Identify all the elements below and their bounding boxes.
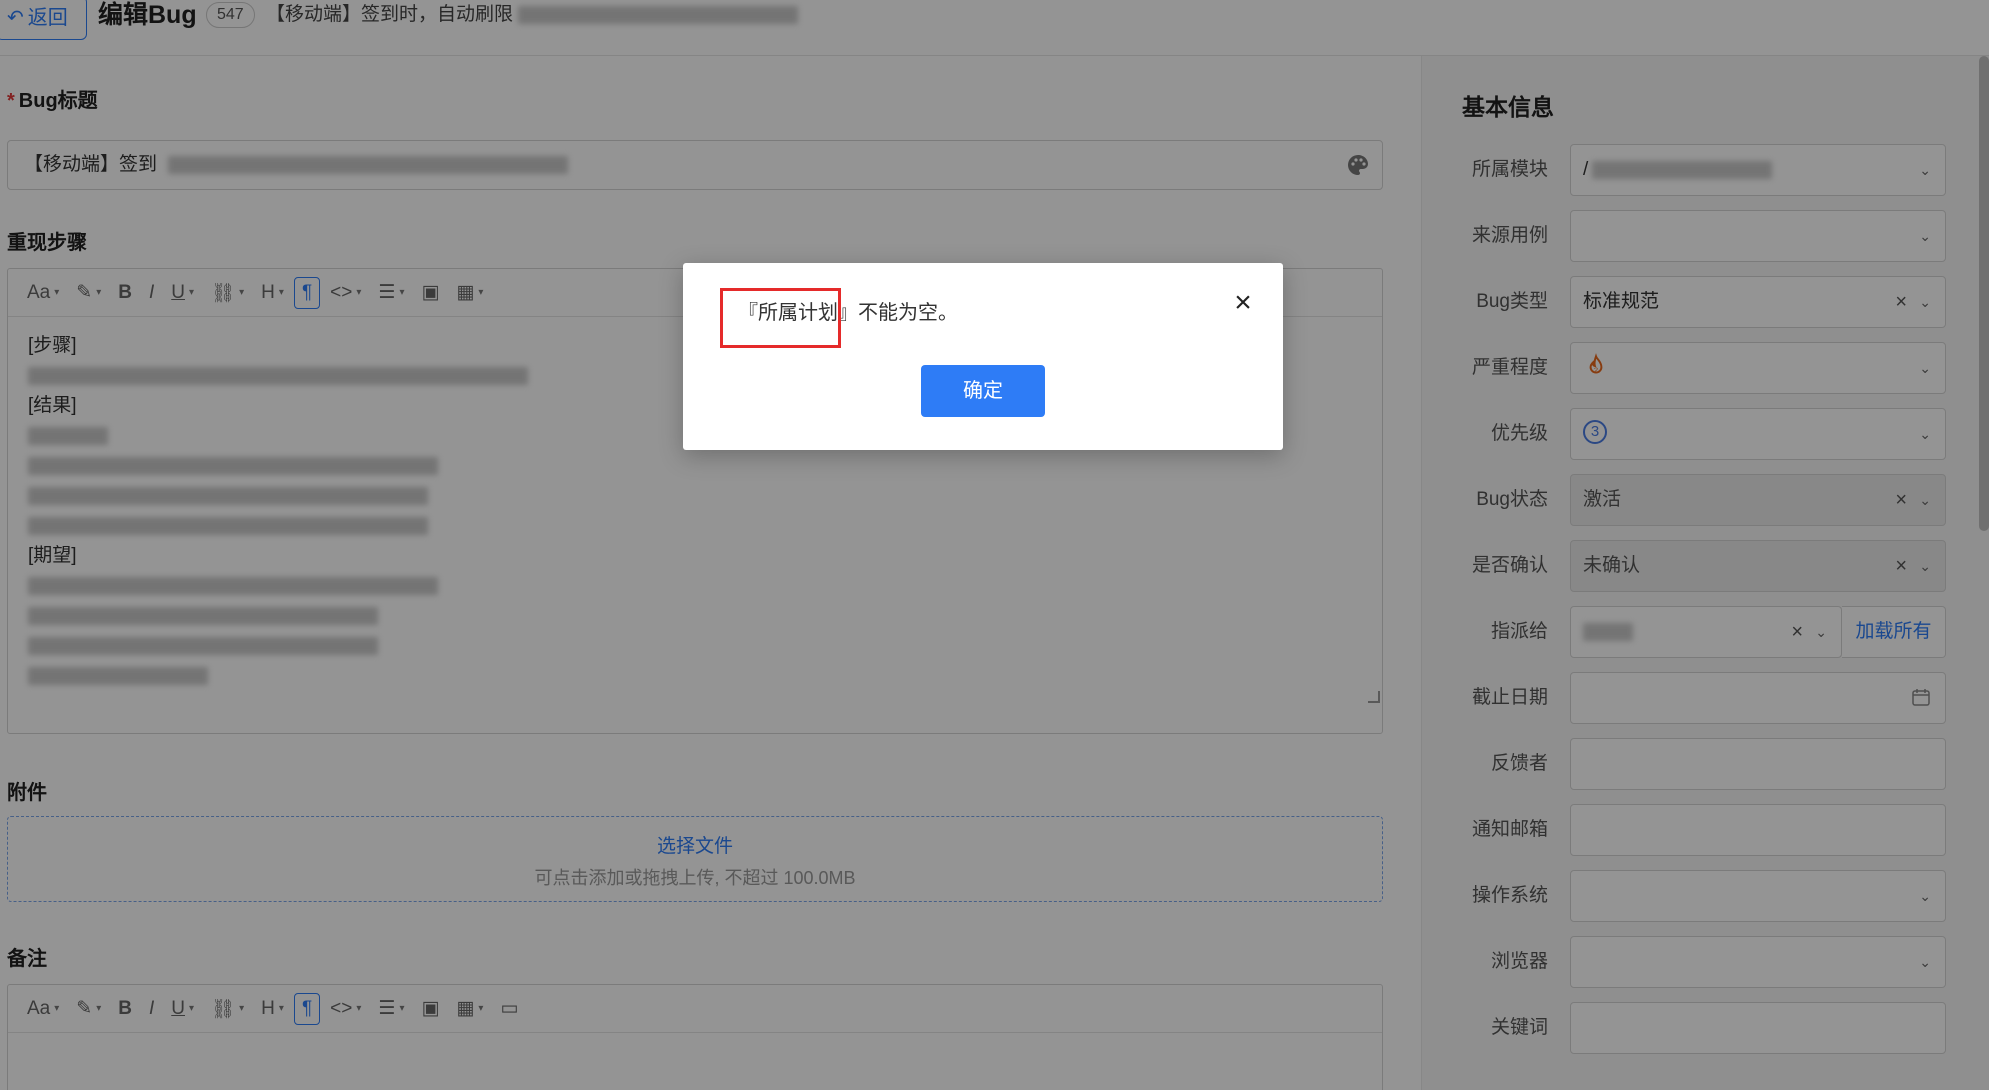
close-icon[interactable]: × [1230, 288, 1256, 318]
modal-overlay [0, 0, 1989, 1090]
highlight-annotation-box [720, 288, 841, 348]
alert-message-rest: 不能为空。 [858, 302, 958, 324]
confirm-button[interactable]: 确定 [921, 365, 1045, 417]
alert-dialog: 『所属计划』不能为空。 × 确定 [683, 263, 1283, 450]
